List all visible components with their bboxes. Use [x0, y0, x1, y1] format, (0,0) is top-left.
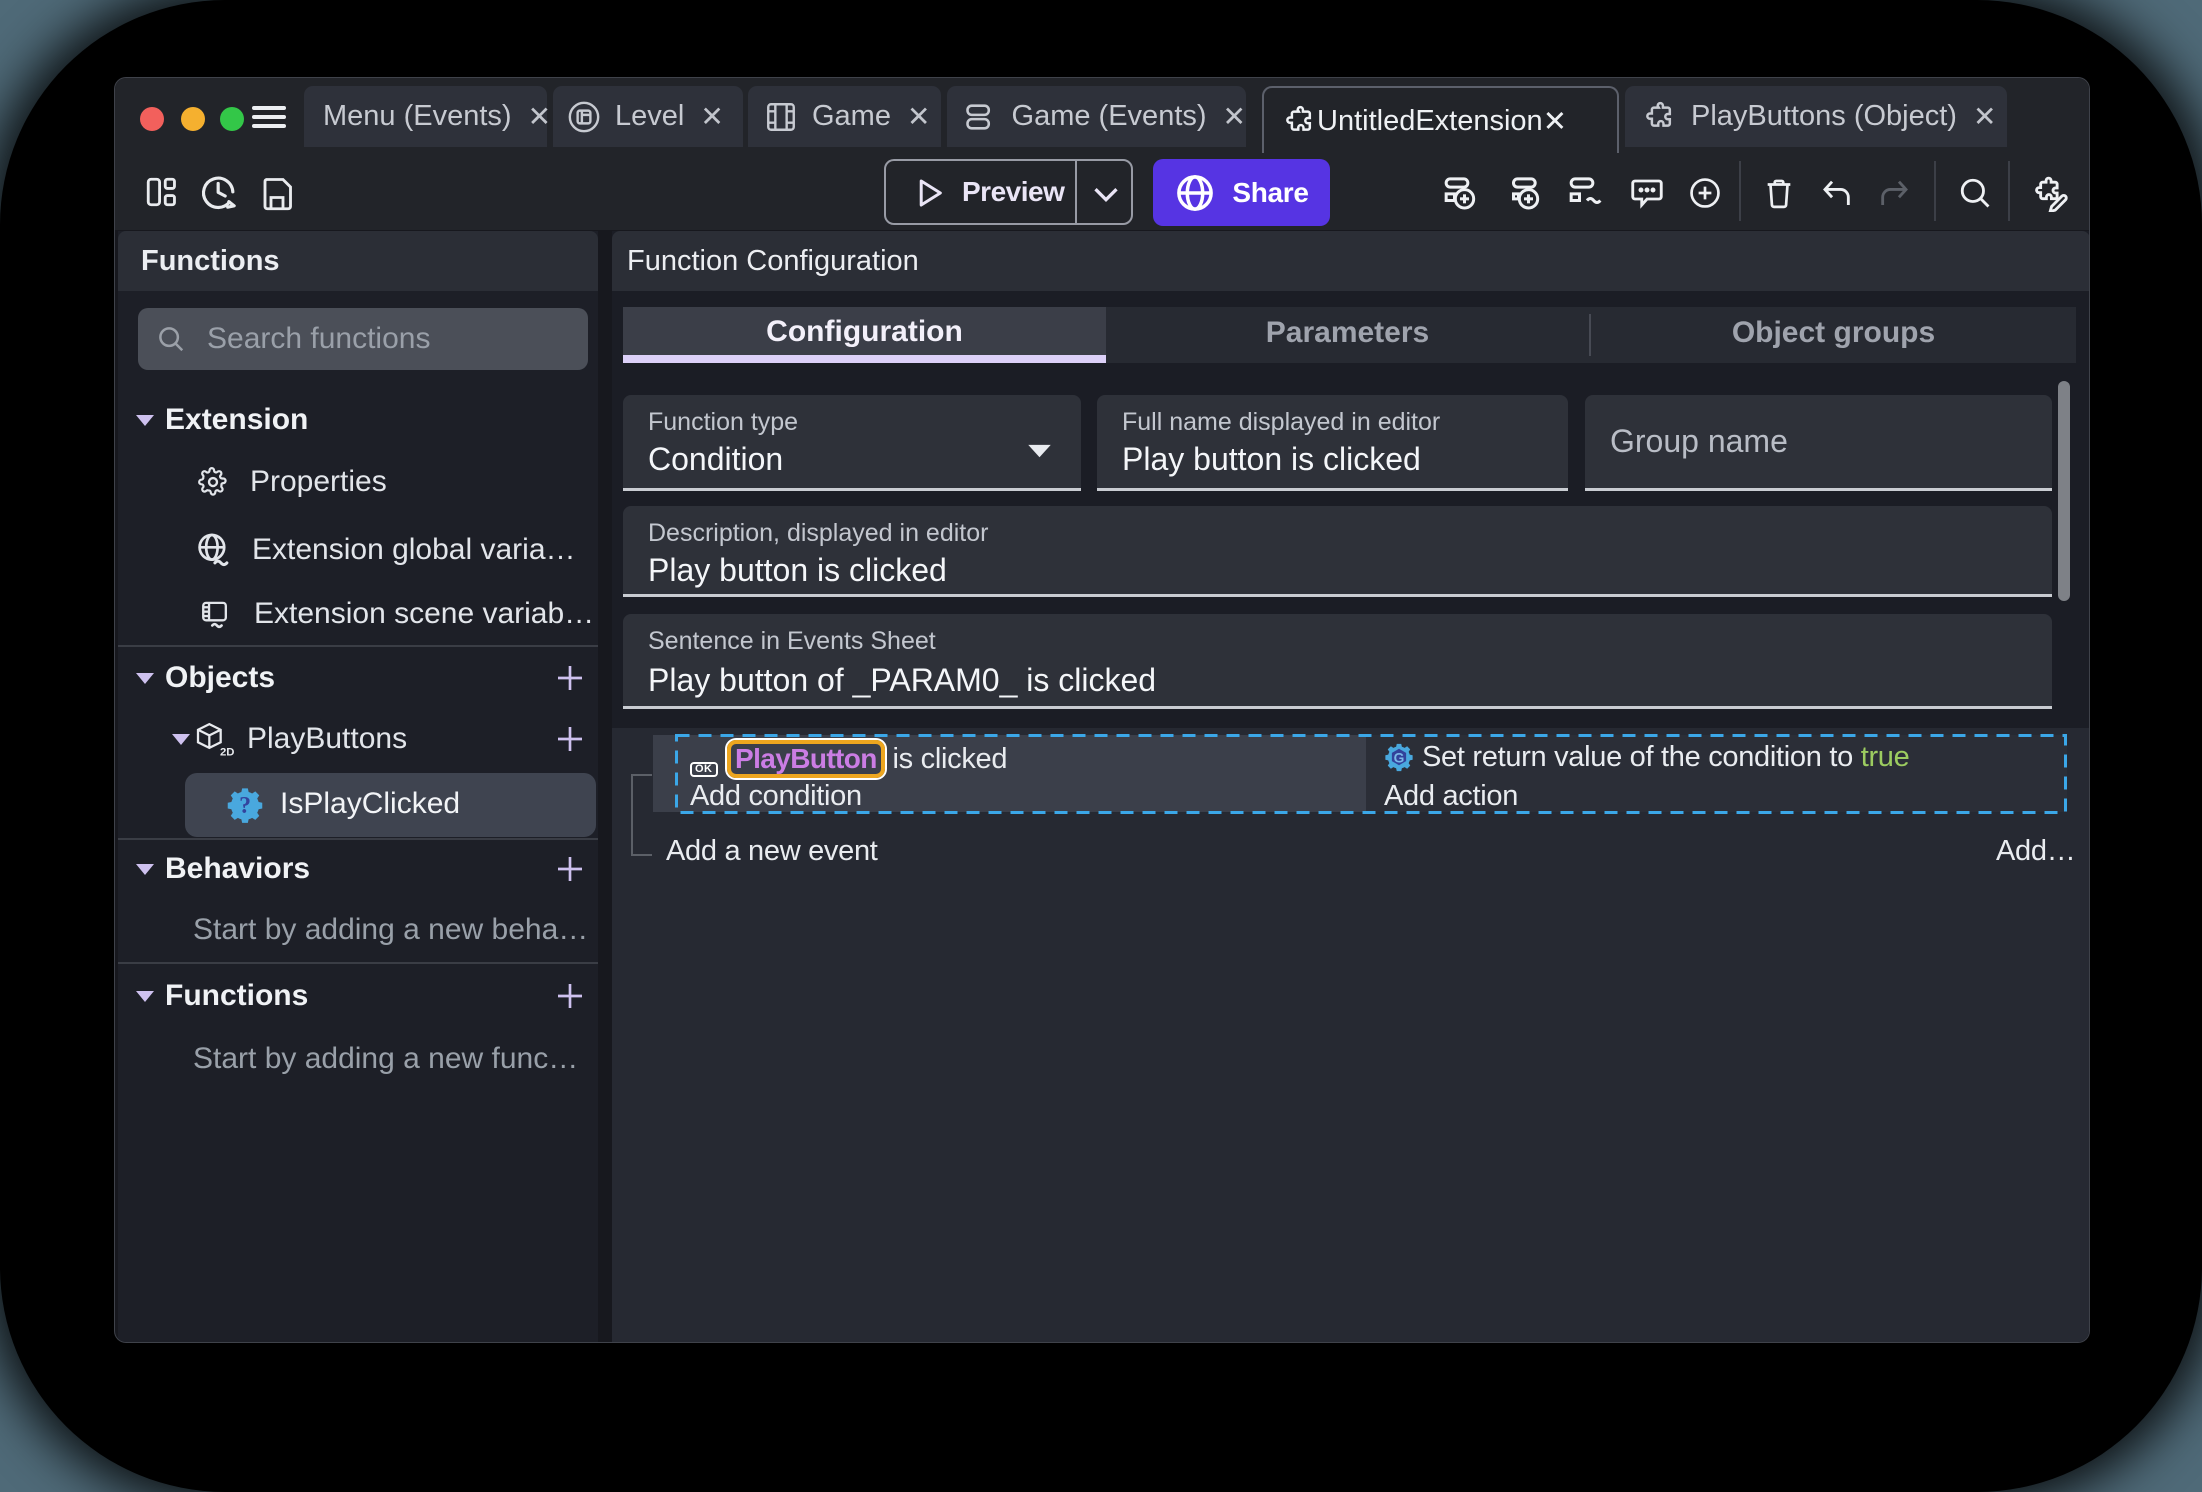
svg-text:?: ? [239, 793, 251, 819]
svg-text:G: G [1394, 751, 1405, 766]
svg-text:2D: 2D [220, 746, 234, 758]
